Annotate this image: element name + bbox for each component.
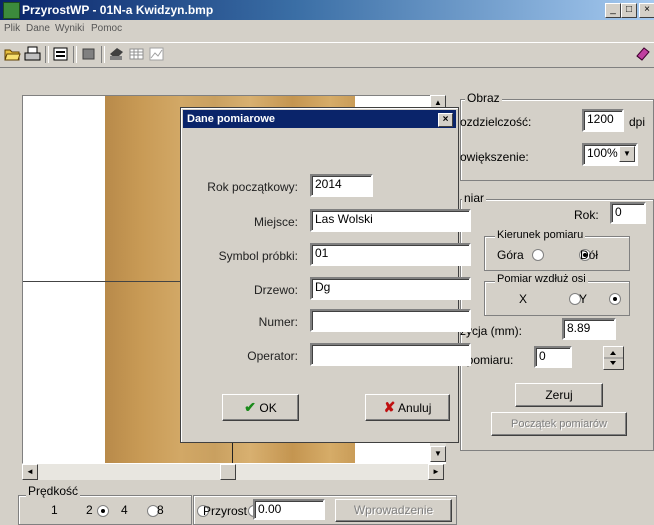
position-field[interactable]: 8.89 xyxy=(562,318,616,340)
speed-4-label: 4 xyxy=(121,503,128,517)
axis-group-title: Pomiar wzdłuż osi xyxy=(495,273,588,285)
ok-button[interactable]: ✔ OK xyxy=(222,394,299,421)
axis-y-radio[interactable] xyxy=(609,293,622,305)
maximize-button[interactable]: □ xyxy=(621,3,637,18)
resolution-label: ozdzielczość: xyxy=(460,115,532,129)
zoom-label: owiększenie: xyxy=(460,150,529,164)
horizontal-scrollbar[interactable]: ◄ ► xyxy=(22,464,444,480)
point-stepper[interactable] xyxy=(603,346,624,370)
point-field[interactable]: 0 xyxy=(534,346,572,368)
dialog-title-bar: Dane pomiarowe × xyxy=(183,110,456,128)
number-field[interactable] xyxy=(310,309,471,332)
scroll-right-button[interactable]: ► xyxy=(428,464,444,480)
menu-pomoc[interactable]: Pomoc xyxy=(91,23,122,34)
data-icon[interactable] xyxy=(52,46,69,62)
eraser-icon[interactable] xyxy=(634,46,651,62)
menu-bar: Plik Dane Wyniki Pomoc xyxy=(0,21,654,39)
direction-group-title: Kierunek pomiaru xyxy=(495,229,586,241)
scroll-left-button[interactable]: ◄ xyxy=(22,464,38,480)
close-button[interactable]: × xyxy=(639,3,654,18)
axis-x-label: X xyxy=(519,292,528,306)
increment-field[interactable]: 0.00 xyxy=(253,499,325,520)
speed-8-label: 8 xyxy=(157,503,164,517)
cross-icon: ✘ xyxy=(383,399,396,415)
toolbar-separator xyxy=(101,46,105,63)
reset-button[interactable]: Zeruj xyxy=(515,383,603,407)
chart-icon[interactable] xyxy=(148,46,165,62)
open-folder-icon[interactable] xyxy=(4,46,21,62)
check-icon: ✔ xyxy=(244,399,257,415)
start-year-field[interactable]: 2014 xyxy=(310,174,373,197)
toolbar xyxy=(0,42,654,68)
zoom-select[interactable]: 100% ▼ xyxy=(582,143,638,166)
resolution-unit: dpi xyxy=(629,115,646,129)
number-label: Numer: xyxy=(258,315,298,329)
speed-1-label: 1 xyxy=(51,503,58,517)
cancel-button[interactable]: ✘ Anuluj xyxy=(365,394,450,421)
menu-dane[interactable]: Dane xyxy=(26,23,50,34)
minimize-button[interactable]: _ xyxy=(605,3,621,18)
pomiar-group-title: niar xyxy=(462,191,487,205)
dialog-close-button[interactable]: × xyxy=(438,113,453,127)
resolution-field[interactable]: 1200 xyxy=(582,109,624,132)
axis-y-label: Y xyxy=(579,292,588,306)
direction-down-label: Dół xyxy=(580,248,599,262)
place-label: Miejsce: xyxy=(253,215,298,229)
measurement-data-dialog: Dane pomiarowe × Rok początkowy: 2014 Mi… xyxy=(180,107,471,443)
window-title: PrzyrostWP - 01N-a Kwidzyn.bmp xyxy=(22,3,214,17)
stop-icon[interactable] xyxy=(80,46,97,62)
zoom-value: 100% xyxy=(587,146,618,160)
year-field[interactable]: 0 xyxy=(610,202,646,224)
obraz-group-title: Obraz xyxy=(465,91,502,105)
start-year-label: Rok początkowy: xyxy=(207,180,298,194)
toolbar-separator xyxy=(45,46,49,63)
chevron-down-icon[interactable]: ▼ xyxy=(619,146,635,162)
tree-field[interactable]: Dg xyxy=(310,277,471,300)
obraz-group xyxy=(460,99,654,181)
speed-group-title: Prędkość xyxy=(26,484,81,498)
enter-button[interactable]: Wprowadzenie xyxy=(335,499,452,522)
place-field[interactable]: Las Wolski xyxy=(310,209,471,232)
ok-label: OK xyxy=(259,401,277,415)
operator-label: Operator: xyxy=(247,349,298,363)
increment-label: Przyrost xyxy=(203,504,248,518)
menu-plik[interactable]: Plik xyxy=(4,23,20,34)
scroll-down-button[interactable]: ▼ xyxy=(430,446,446,462)
menu-wyniki[interactable]: Wyniki xyxy=(55,23,84,34)
speed-2-label: 2 xyxy=(86,503,93,517)
printer-icon[interactable] xyxy=(108,46,125,62)
sample-symbol-field[interactable]: 01 xyxy=(310,243,471,266)
cancel-label: Anuluj xyxy=(398,401,432,415)
toolbar-separator xyxy=(73,46,77,63)
sample-symbol-label: Symbol próbki: xyxy=(218,249,298,263)
operator-field[interactable] xyxy=(310,343,471,366)
app-icon xyxy=(3,2,20,19)
direction-up-radio[interactable] xyxy=(532,249,544,261)
tree-label: Drzewo: xyxy=(253,283,298,297)
year-label: Rok: xyxy=(574,208,599,222)
print-icon[interactable] xyxy=(24,46,41,62)
start-measurements-button[interactable]: Początek pomiarów xyxy=(491,412,627,436)
table-icon[interactable] xyxy=(128,46,145,62)
stepper-arrows-icon xyxy=(604,351,623,365)
scroll-thumb[interactable] xyxy=(220,464,236,480)
direction-up-label: Góra xyxy=(497,248,524,262)
dialog-title: Dane pomiarowe xyxy=(187,113,276,125)
